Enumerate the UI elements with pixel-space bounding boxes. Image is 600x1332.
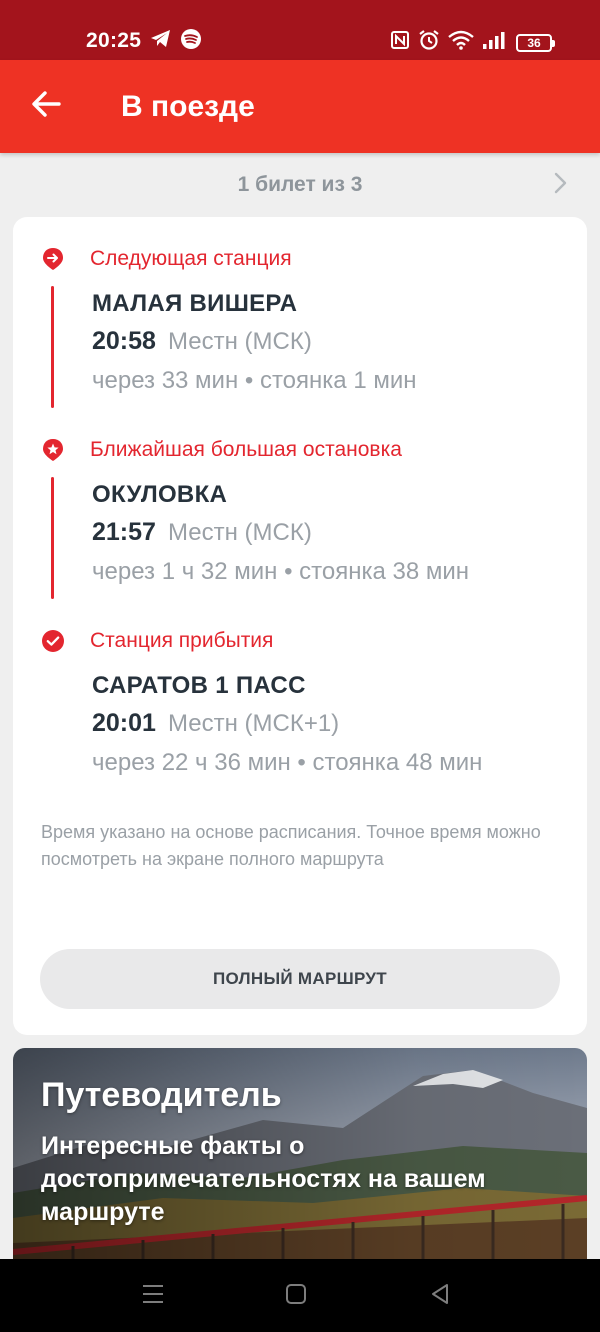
station-name: САРАТОВ 1 ПАСС <box>92 672 306 699</box>
stop-header: Следующая станция <box>90 247 292 270</box>
square-icon <box>285 1283 307 1310</box>
check-circle-icon <box>41 629 65 653</box>
route-line <box>51 477 54 599</box>
ticket-pager: 1 билет из 3 <box>0 170 600 200</box>
timezone-label: Местн (МСК) <box>168 328 312 355</box>
station-name: МАЛАЯ ВИШЕРА <box>92 290 298 317</box>
next-ticket-button[interactable] <box>548 172 574 198</box>
signal-icon <box>482 30 508 55</box>
alarm-icon <box>418 29 440 56</box>
station-name: ОКУЛОВКА <box>92 481 228 508</box>
chevron-right-icon <box>554 172 568 199</box>
eta-info: через 22 ч 36 мин • стоянка 48 мин <box>92 749 483 776</box>
eta-info: через 1 ч 32 мин • стоянка 38 мин <box>92 558 470 585</box>
back-button[interactable] <box>24 86 68 126</box>
page-title: В поезде <box>121 90 255 123</box>
trip-card: Следующая станция МАЛАЯ ВИШЕРА 20:58 Мес… <box>13 217 587 1035</box>
arrival-time: 20:58 <box>92 327 156 355</box>
status-bar: 20:25 36 <box>0 0 600 60</box>
timezone-label: Местн (МСК+1) <box>168 710 340 737</box>
schedule-note: Время указано на основе расписания. Точн… <box>41 822 541 869</box>
nfc-icon <box>390 30 410 55</box>
route-line <box>51 286 54 408</box>
wifi-icon <box>448 30 474 55</box>
arrival-time: 21:57 <box>92 518 156 546</box>
guide-banner[interactable]: Путеводитель Интересные факты о достопри… <box>13 1048 587 1278</box>
telegram-icon <box>150 29 172 54</box>
guide-title: Путеводитель <box>41 1076 282 1114</box>
arrival-time: 20:01 <box>92 709 156 737</box>
spotify-icon <box>180 28 202 55</box>
star-circle-icon <box>41 438 65 462</box>
full-route-button[interactable]: ПОЛНЫЙ МАРШРУТ <box>40 949 560 1009</box>
system-back-button[interactable] <box>423 1281 457 1311</box>
guide-subtitle: Интересные факты о достопримечательностя… <box>41 1132 486 1226</box>
triangle-back-icon <box>429 1283 451 1310</box>
home-button[interactable] <box>279 1281 313 1311</box>
stop-header: Ближайшая большая остановка <box>90 438 402 461</box>
arrow-left-icon <box>31 90 61 122</box>
menu-lines-icon <box>141 1283 165 1310</box>
status-time: 20:25 <box>86 29 142 52</box>
eta-info: через 33 мин • стоянка 1 мин <box>92 367 417 394</box>
timezone-label: Местн (МСК) <box>168 519 312 546</box>
ticket-counter: 1 билет из 3 <box>237 173 363 196</box>
recent-apps-button[interactable] <box>136 1281 170 1311</box>
stop-header: Станция прибытия <box>90 629 274 652</box>
battery-icon: 36 <box>516 33 555 52</box>
arrow-right-circle-icon <box>41 247 65 271</box>
app-bar: В поезде <box>0 60 600 153</box>
system-nav-bar <box>0 1259 600 1332</box>
